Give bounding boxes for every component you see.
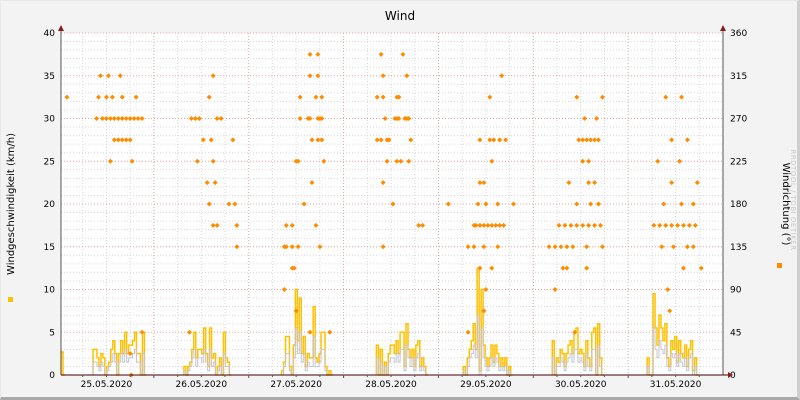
- x-tick-label: 28.05.2020: [365, 380, 417, 390]
- y-axis-arrow-icon: [58, 25, 64, 31]
- y-tick-label: 20: [44, 200, 56, 210]
- y-tick-label: 30: [44, 115, 56, 125]
- y2-tick-label: 135: [730, 243, 747, 253]
- y2-axis-arrow-icon: [720, 25, 726, 31]
- y-tick-label: 25: [44, 157, 55, 167]
- wind-chart: Wind Windgeschwindigkeit (km/h) Windrich…: [6, 9, 797, 390]
- y-tick-label: 10: [44, 286, 56, 296]
- x-tick-label: 25.05.2020: [81, 380, 133, 390]
- y-tick-label: 0: [49, 371, 55, 381]
- y2-tick-label: 45: [730, 328, 741, 338]
- y-tick-label: 15: [44, 243, 55, 253]
- chart-title: Wind: [385, 9, 415, 23]
- x-tick-label: 26.05.2020: [176, 380, 228, 390]
- y-tick-label: 5: [49, 328, 55, 338]
- y-axis-label: Windgeschwindigkeit (km/h): [6, 133, 17, 275]
- legend-speed-swatch: [8, 297, 13, 302]
- y2-tick-label: 90: [730, 286, 742, 296]
- watermark: RRDTOOL / TOBI OETIKER: [789, 149, 797, 250]
- y-tick-label: 35: [44, 72, 55, 82]
- y2-tick-label: 225: [730, 157, 747, 167]
- x-tick-label: 27.05.2020: [270, 380, 322, 390]
- legend-direction-swatch: [777, 263, 782, 268]
- y2-tick-label: 180: [730, 200, 747, 210]
- y2-tick-label: 315: [730, 72, 747, 82]
- x-tick-label: 30.05.2020: [555, 380, 607, 390]
- y-tick-label: 40: [44, 29, 56, 39]
- y2-tick-label: 360: [730, 29, 747, 39]
- y2-tick-label: 270: [730, 115, 747, 125]
- x-tick-label: 31.05.2020: [650, 380, 702, 390]
- x-tick-label: 29.05.2020: [460, 380, 512, 390]
